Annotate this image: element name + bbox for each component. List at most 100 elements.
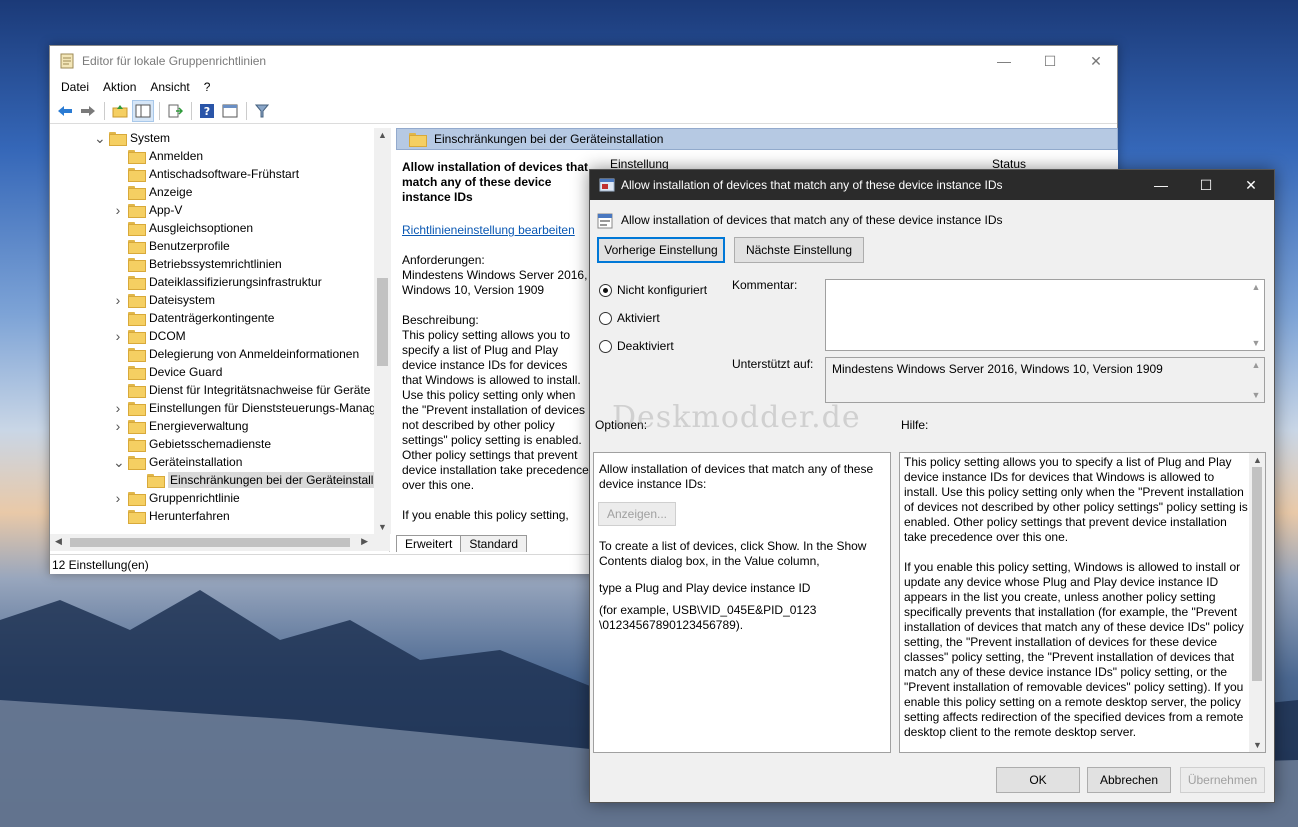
radio-enabled[interactable]: Aktiviert <box>599 311 660 325</box>
supported-on-field: Mindestens Windows Server 2016, Windows … <box>825 357 1265 403</box>
menu-help[interactable]: ? <box>197 80 218 94</box>
tree-item-label: Energieverwaltung <box>149 419 249 433</box>
folder-icon <box>128 348 146 362</box>
tree-item[interactable]: Dienst für Integritätsnachweise für Gerä… <box>113 381 370 399</box>
tree-item-label: Gebietsschemadienste <box>149 437 272 451</box>
apply-button[interactable]: Übernehmen <box>1180 767 1265 793</box>
tree-horizontal-scrollbar[interactable]: ◀ ▶ <box>50 534 390 551</box>
tree-item[interactable]: ⌄ System <box>94 129 170 147</box>
tree-hscroll-thumb[interactable] <box>70 538 350 547</box>
comment-textarea[interactable]: ▲ ▼ <box>825 279 1265 351</box>
supported-scrollbar[interactable]: ▲ ▼ <box>1248 358 1264 402</box>
tree-item[interactable]: Datenträgerkontingente <box>113 309 274 327</box>
tree-item-label: Herunterfahren <box>149 509 230 523</box>
menu-datei[interactable]: Datei <box>54 80 96 94</box>
tree-item[interactable]: ⌄ Geräteinstallation <box>113 453 242 471</box>
minimize-button[interactable]: — <box>981 46 1027 76</box>
folder-icon <box>128 402 146 416</box>
cancel-button[interactable]: Abbrechen <box>1087 767 1171 793</box>
tree-item-label: DCOM <box>149 329 186 343</box>
tree-item[interactable]: Betriebssystemrichtlinien <box>113 255 282 273</box>
folder-icon <box>128 186 146 200</box>
radio-label: Aktiviert <box>617 311 660 325</box>
chevron-right-icon[interactable]: › <box>113 328 123 344</box>
dialog-close-button[interactable]: ✕ <box>1228 170 1274 200</box>
tree-item[interactable]: › App-V <box>113 201 182 219</box>
help-icon[interactable]: ? <box>196 100 218 122</box>
radio-label: Nicht konfiguriert <box>617 283 708 297</box>
close-button[interactable]: ✕ <box>1073 46 1119 76</box>
previous-setting-button[interactable]: Vorherige Einstellung <box>597 237 725 263</box>
maximize-button[interactable]: ☐ <box>1027 46 1073 76</box>
tree-item[interactable]: Anmelden <box>113 147 203 165</box>
tree-vertical-scrollbar[interactable]: ▲ ▼ <box>374 128 391 534</box>
chevron-right-icon[interactable]: › <box>113 490 123 506</box>
tree-item[interactable]: › Gruppenrichtlinie <box>113 489 240 507</box>
tree-item[interactable]: Antischadsoftware-Frühstart <box>113 165 299 183</box>
comment-scrollbar[interactable]: ▲ ▼ <box>1248 280 1264 350</box>
chevron-right-icon[interactable]: › <box>113 418 123 434</box>
tree-item[interactable]: › Energieverwaltung <box>113 417 248 435</box>
chevron-right-icon[interactable]: › <box>113 202 123 218</box>
export-list-icon[interactable] <box>164 100 186 122</box>
tree-item-label: Dienst für Integritätsnachweise für Gerä… <box>149 383 371 397</box>
tree-item-label: Anmelden <box>149 149 204 163</box>
chevron-right-icon[interactable]: › <box>113 292 123 308</box>
dialog-maximize-button[interactable]: ☐ <box>1183 170 1229 200</box>
show-hide-tree-icon[interactable] <box>132 99 154 122</box>
tab-erweitert[interactable]: Erweitert <box>396 535 462 552</box>
radio-not-configured[interactable]: Nicht konfiguriert <box>599 283 707 297</box>
tree-item[interactable]: Device Guard <box>113 363 222 381</box>
radio-disabled[interactable]: Deaktiviert <box>599 339 674 353</box>
help-scrollbar[interactable]: ▲ ▼ <box>1249 453 1265 752</box>
toolbar-separator <box>191 101 192 120</box>
tree-item[interactable]: Delegierung von Anmeldeinformationen <box>113 345 359 363</box>
watermark-text: Deskmodder.de <box>612 400 861 435</box>
menu-aktion[interactable]: Aktion <box>96 80 143 94</box>
chevron-down-icon[interactable]: ⌄ <box>113 455 125 469</box>
desc-requirements-label: Anforderungen: <box>402 253 485 267</box>
folder-icon <box>128 510 146 524</box>
folder-icon <box>147 474 165 488</box>
tree-item[interactable]: Herunterfahren <box>113 507 230 525</box>
properties-icon[interactable] <box>219 100 241 122</box>
dialog-title-bar: Allow installation of devices that match… <box>590 170 1274 200</box>
edit-policy-link[interactable]: Richtlinieneinstellung bearbeiten <box>402 223 575 237</box>
folder-icon <box>128 456 146 470</box>
filter-icon[interactable] <box>251 100 273 122</box>
next-setting-button[interactable]: Nächste Einstellung <box>734 237 864 263</box>
ok-button[interactable]: OK <box>996 767 1080 793</box>
window-title: Editor für lokale Gruppenrichtlinien <box>82 54 267 68</box>
dialog-minimize-button[interactable]: — <box>1138 170 1184 200</box>
tree-item-label: Dateiklassifizierungsinfrastruktur <box>149 275 322 289</box>
folder-icon <box>128 312 146 326</box>
up-folder-icon[interactable] <box>109 100 131 122</box>
folder-icon <box>128 204 146 218</box>
tree-item[interactable]: Ausgleichsoptionen <box>113 219 253 237</box>
show-button[interactable]: Anzeigen... <box>598 502 676 526</box>
folder-icon <box>109 132 127 146</box>
tree-item[interactable]: › Dateisystem <box>113 291 215 309</box>
folder-icon <box>128 384 146 398</box>
help-scroll-thumb[interactable] <box>1252 467 1262 681</box>
tab-standard[interactable]: Standard <box>460 535 528 552</box>
forward-arrow-icon[interactable] <box>77 100 99 122</box>
tree-item[interactable]: Dateiklassifizierungsinfrastruktur <box>113 273 322 291</box>
tree-item[interactable]: Benutzerprofile <box>113 237 230 255</box>
tree-scroll-thumb[interactable] <box>377 278 388 366</box>
tree-item[interactable]: Anzeige <box>113 183 192 201</box>
back-arrow-icon[interactable] <box>54 100 76 122</box>
supported-on-value: Mindestens Windows Server 2016, Windows … <box>832 362 1163 376</box>
supported-on-label: Unterstützt auf: <box>732 357 814 371</box>
tree-item[interactable]: Gebietsschemadienste <box>113 435 271 453</box>
tree-item-label: Antischadsoftware-Frühstart <box>149 167 300 181</box>
menu-ansicht[interactable]: Ansicht <box>143 80 196 94</box>
tree-item[interactable]: Einschränkungen bei der Geräteinstalla <box>132 471 383 489</box>
tree-item[interactable]: › Einstellungen für Dienststeuerungs-Mana… <box>113 399 376 417</box>
tree-item-label: Einschränkungen bei der Geräteinstalla <box>168 472 383 488</box>
chevron-down-icon[interactable]: ⌄ <box>94 131 106 145</box>
chevron-right-icon[interactable]: › <box>113 400 123 416</box>
navigation-tree: ⌄ System Anmelden Antischadsoftware-Frühsta… <box>50 128 390 552</box>
tree-item[interactable]: › DCOM <box>113 327 186 345</box>
folder-icon <box>128 294 146 308</box>
